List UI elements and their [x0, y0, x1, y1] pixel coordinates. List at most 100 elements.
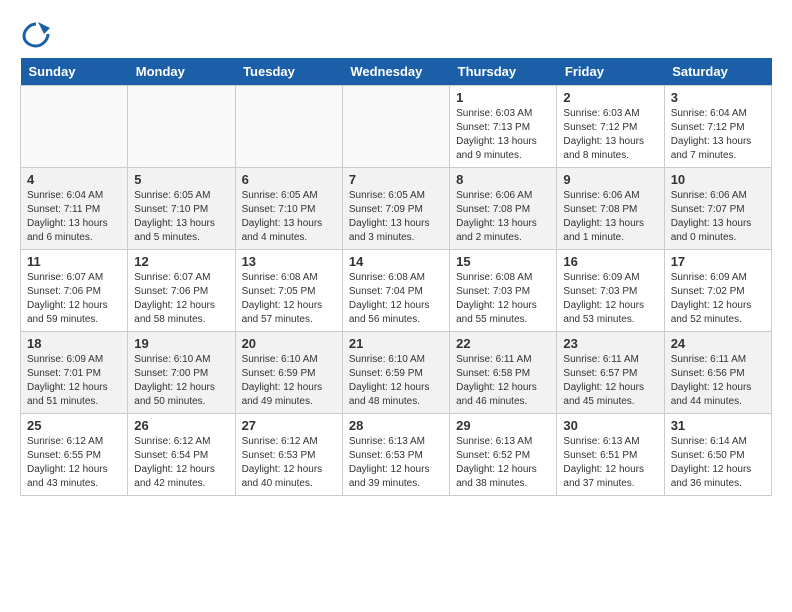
calendar-day-cell: 13 Sunrise: 6:08 AM Sunset: 7:05 PM Dayli… [235, 250, 342, 332]
day-number: 18 [27, 336, 121, 351]
calendar-day-cell: 3 Sunrise: 6:04 AM Sunset: 7:12 PM Daylig… [664, 86, 771, 168]
calendar-week-row: 1 Sunrise: 6:03 AM Sunset: 7:13 PM Daylig… [21, 86, 772, 168]
day-header-wednesday: Wednesday [342, 58, 449, 86]
calendar-day-cell: 4 Sunrise: 6:04 AM Sunset: 7:11 PM Daylig… [21, 168, 128, 250]
calendar-day-cell: 2 Sunrise: 6:03 AM Sunset: 7:12 PM Daylig… [557, 86, 664, 168]
calendar-day-cell [235, 86, 342, 168]
day-header-thursday: Thursday [450, 58, 557, 86]
day-info: Sunrise: 6:12 AM Sunset: 6:55 PM Dayligh… [27, 435, 121, 491]
day-info: Sunrise: 6:10 AM Sunset: 6:59 PM Dayligh… [349, 353, 443, 409]
calendar-day-cell: 21 Sunrise: 6:10 AM Sunset: 6:59 PM Dayli… [342, 332, 449, 414]
day-number: 22 [456, 336, 550, 351]
day-header-tuesday: Tuesday [235, 58, 342, 86]
calendar-day-cell: 18Sunrise: 6:09 AM Sunset: 7:01 PM Dayli… [21, 332, 128, 414]
day-info: Sunrise: 6:08 AM Sunset: 7:05 PM Dayligh… [242, 271, 336, 327]
day-info: Sunrise: 6:07 AM Sunset: 7:06 PM Dayligh… [27, 271, 121, 327]
day-info: Sunrise: 6:04 AM Sunset: 7:12 PM Dayligh… [671, 107, 765, 163]
calendar-week-row: 18Sunrise: 6:09 AM Sunset: 7:01 PM Dayli… [21, 332, 772, 414]
day-number: 4 [27, 172, 121, 187]
calendar-day-cell: 31Sunrise: 6:14 AM Sunset: 6:50 PM Dayli… [664, 414, 771, 496]
day-info: Sunrise: 6:13 AM Sunset: 6:51 PM Dayligh… [563, 435, 657, 491]
day-number: 6 [242, 172, 336, 187]
calendar-day-cell: 19Sunrise: 6:10 AM Sunset: 7:00 PM Dayli… [128, 332, 235, 414]
day-info: Sunrise: 6:09 AM Sunset: 7:03 PM Dayligh… [563, 271, 657, 327]
day-info: Sunrise: 6:05 AM Sunset: 7:09 PM Dayligh… [349, 189, 443, 245]
day-number: 5 [134, 172, 228, 187]
day-info: Sunrise: 6:13 AM Sunset: 6:53 PM Dayligh… [349, 435, 443, 491]
day-number: 2 [563, 90, 657, 105]
day-number: 13 [242, 254, 336, 269]
calendar-day-cell [342, 86, 449, 168]
calendar-week-row: 4 Sunrise: 6:04 AM Sunset: 7:11 PM Daylig… [21, 168, 772, 250]
day-number: 16 [563, 254, 657, 269]
day-number: 29 [456, 418, 550, 433]
calendar-day-cell: 15 Sunrise: 6:08 AM Sunset: 7:03 PM Dayli… [450, 250, 557, 332]
calendar-day-cell: 7Sunrise: 6:05 AM Sunset: 7:09 PM Daylig… [342, 168, 449, 250]
calendar-day-cell: 11 Sunrise: 6:07 AM Sunset: 7:06 PM Dayli… [21, 250, 128, 332]
calendar-week-row: 11 Sunrise: 6:07 AM Sunset: 7:06 PM Dayli… [21, 250, 772, 332]
calendar-day-cell: 14 Sunrise: 6:08 AM Sunset: 7:04 PM Dayli… [342, 250, 449, 332]
calendar-day-cell: 20Sunrise: 6:10 AM Sunset: 6:59 PM Dayli… [235, 332, 342, 414]
day-info: Sunrise: 6:12 AM Sunset: 6:53 PM Dayligh… [242, 435, 336, 491]
day-info: Sunrise: 6:11 AM Sunset: 6:57 PM Dayligh… [563, 353, 657, 409]
day-number: 11 [27, 254, 121, 269]
day-info: Sunrise: 6:12 AM Sunset: 6:54 PM Dayligh… [134, 435, 228, 491]
day-number: 30 [563, 418, 657, 433]
day-number: 14 [349, 254, 443, 269]
day-number: 10 [671, 172, 765, 187]
day-info: Sunrise: 6:04 AM Sunset: 7:11 PM Dayligh… [27, 189, 121, 245]
calendar-day-cell: 27 Sunrise: 6:12 AM Sunset: 6:53 PM Dayli… [235, 414, 342, 496]
calendar-day-cell: 22 Sunrise: 6:11 AM Sunset: 6:58 PM Dayli… [450, 332, 557, 414]
day-number: 15 [456, 254, 550, 269]
logo-icon [22, 20, 50, 48]
calendar-day-cell: 17 Sunrise: 6:09 AM Sunset: 7:02 PM Dayli… [664, 250, 771, 332]
calendar-day-cell: 16 Sunrise: 6:09 AM Sunset: 7:03 PM Dayli… [557, 250, 664, 332]
calendar-day-cell: 6 Sunrise: 6:05 AM Sunset: 7:10 PM Daylig… [235, 168, 342, 250]
page-header [20, 20, 772, 48]
day-info: Sunrise: 6:10 AM Sunset: 6:59 PM Dayligh… [242, 353, 336, 409]
day-info: Sunrise: 6:09 AM Sunset: 7:02 PM Dayligh… [671, 271, 765, 327]
day-info: Sunrise: 6:08 AM Sunset: 7:03 PM Dayligh… [456, 271, 550, 327]
day-number: 24 [671, 336, 765, 351]
day-info: Sunrise: 6:11 AM Sunset: 6:58 PM Dayligh… [456, 353, 550, 409]
day-number: 17 [671, 254, 765, 269]
calendar-day-cell [21, 86, 128, 168]
calendar-day-cell [128, 86, 235, 168]
calendar-day-cell: 28Sunrise: 6:13 AM Sunset: 6:53 PM Dayli… [342, 414, 449, 496]
day-number: 3 [671, 90, 765, 105]
day-header-friday: Friday [557, 58, 664, 86]
day-info: Sunrise: 6:05 AM Sunset: 7:10 PM Dayligh… [134, 189, 228, 245]
day-number: 27 [242, 418, 336, 433]
day-number: 31 [671, 418, 765, 433]
day-info: Sunrise: 6:05 AM Sunset: 7:10 PM Dayligh… [242, 189, 336, 245]
calendar-day-cell: 29 Sunrise: 6:13 AM Sunset: 6:52 PM Dayli… [450, 414, 557, 496]
day-number: 26 [134, 418, 228, 433]
calendar-day-cell: 23 Sunrise: 6:11 AM Sunset: 6:57 PM Dayli… [557, 332, 664, 414]
day-header-monday: Monday [128, 58, 235, 86]
day-info: Sunrise: 6:06 AM Sunset: 7:08 PM Dayligh… [563, 189, 657, 245]
calendar-day-cell: 26 Sunrise: 6:12 AM Sunset: 6:54 PM Dayli… [128, 414, 235, 496]
days-header-row: SundayMondayTuesdayWednesdayThursdayFrid… [21, 58, 772, 86]
calendar-day-cell: 10 Sunrise: 6:06 AM Sunset: 7:07 PM Dayli… [664, 168, 771, 250]
day-number: 1 [456, 90, 550, 105]
calendar-day-cell: 25 Sunrise: 6:12 AM Sunset: 6:55 PM Dayli… [21, 414, 128, 496]
day-header-sunday: Sunday [21, 58, 128, 86]
day-number: 8 [456, 172, 550, 187]
calendar-day-cell: 1 Sunrise: 6:03 AM Sunset: 7:13 PM Daylig… [450, 86, 557, 168]
calendar-day-cell: 8Sunrise: 6:06 AM Sunset: 7:08 PM Daylig… [450, 168, 557, 250]
calendar-day-cell: 9Sunrise: 6:06 AM Sunset: 7:08 PM Daylig… [557, 168, 664, 250]
calendar-table: SundayMondayTuesdayWednesdayThursdayFrid… [20, 58, 772, 496]
calendar-day-cell: 12 Sunrise: 6:07 AM Sunset: 7:06 PM Dayli… [128, 250, 235, 332]
day-info: Sunrise: 6:06 AM Sunset: 7:07 PM Dayligh… [671, 189, 765, 245]
calendar-week-row: 25 Sunrise: 6:12 AM Sunset: 6:55 PM Dayli… [21, 414, 772, 496]
day-info: Sunrise: 6:03 AM Sunset: 7:12 PM Dayligh… [563, 107, 657, 163]
day-number: 12 [134, 254, 228, 269]
day-number: 25 [27, 418, 121, 433]
calendar-day-cell: 5 Sunrise: 6:05 AM Sunset: 7:10 PM Daylig… [128, 168, 235, 250]
day-number: 21 [349, 336, 443, 351]
day-info: Sunrise: 6:07 AM Sunset: 7:06 PM Dayligh… [134, 271, 228, 327]
day-number: 23 [563, 336, 657, 351]
day-info: Sunrise: 6:08 AM Sunset: 7:04 PM Dayligh… [349, 271, 443, 327]
day-info: Sunrise: 6:03 AM Sunset: 7:13 PM Dayligh… [456, 107, 550, 163]
day-info: Sunrise: 6:13 AM Sunset: 6:52 PM Dayligh… [456, 435, 550, 491]
